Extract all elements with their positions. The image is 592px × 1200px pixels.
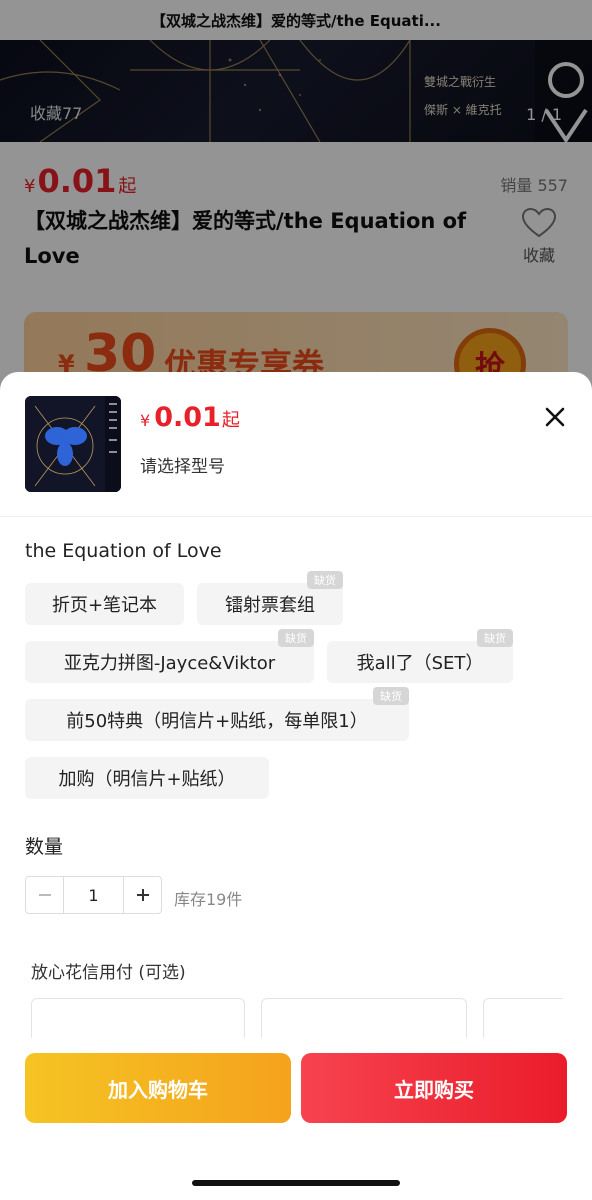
out-of-stock-badge: 缺货 — [278, 629, 314, 647]
quantity-increase-button[interactable] — [123, 877, 161, 913]
stock-text: 库存19件 — [174, 890, 243, 909]
home-indicator — [192, 1180, 400, 1186]
option-addon-postcard[interactable]: 加购（明信片+贴纸） — [25, 757, 269, 799]
option-all-set[interactable]: 我all了（SET） 缺货 — [327, 629, 513, 683]
option-laser-ticket-set[interactable]: 镭射票套组 缺货 — [197, 571, 343, 625]
out-of-stock-badge: 缺货 — [373, 687, 409, 705]
close-button[interactable] — [540, 402, 570, 432]
thumbnail-artwork — [25, 396, 121, 492]
option-label: 我all了（SET） — [356, 653, 484, 674]
plus-icon — [136, 889, 149, 901]
close-icon — [545, 407, 565, 427]
sku-selector-sheet: ¥ 0.01 起 请选择型号 the Equation of Love 折页+笔… — [0, 372, 592, 1200]
sheet-subtitle: 请选择型号 — [140, 457, 225, 477]
quantity-decrease-button[interactable] — [26, 877, 64, 913]
option-label: 镭射票套组 — [225, 595, 315, 616]
credit-pay-title: 放心花信用付 (可选) — [31, 963, 186, 983]
credit-plan-card[interactable] — [483, 998, 563, 1038]
buy-now-button[interactable]: 立即购买 — [301, 1053, 567, 1123]
product-thumbnail — [25, 396, 121, 492]
option-label: 亚克力拼图-Jayce&Viktor — [63, 653, 276, 674]
option-acrylic-puzzle[interactable]: 亚克力拼图-Jayce&Viktor 缺货 — [25, 629, 314, 683]
option-label: 前50特典（明信片+贴纸，每单限1） — [66, 711, 368, 732]
sheet-price-value: 0.01 — [154, 402, 221, 433]
credit-plan-card[interactable] — [261, 998, 467, 1038]
sheet-price-currency: ¥ — [140, 411, 151, 430]
quantity-input[interactable]: 1 — [64, 877, 123, 913]
sheet-divider — [0, 516, 592, 517]
out-of-stock-badge: 缺货 — [477, 629, 513, 647]
sheet-price-suffix: 起 — [221, 410, 240, 431]
minus-icon — [38, 894, 51, 896]
option-group-title: the Equation of Love — [25, 540, 222, 562]
option-label: 加购（明信片+贴纸） — [58, 769, 236, 790]
add-to-cart-button[interactable]: 加入购物车 — [25, 1053, 291, 1123]
quantity-stepper: 1 — [25, 876, 162, 914]
credit-plan-card[interactable] — [31, 998, 245, 1038]
option-first-50-bonus[interactable]: 前50特典（明信片+贴纸，每单限1） 缺货 — [25, 687, 409, 741]
quantity-title: 数量 — [25, 836, 64, 858]
option-label: 折页+笔记本 — [51, 595, 158, 616]
option-fold-notebook[interactable]: 折页+笔记本 — [25, 583, 184, 625]
sheet-price: ¥ 0.01 起 — [140, 402, 240, 433]
out-of-stock-badge: 缺货 — [307, 571, 343, 589]
